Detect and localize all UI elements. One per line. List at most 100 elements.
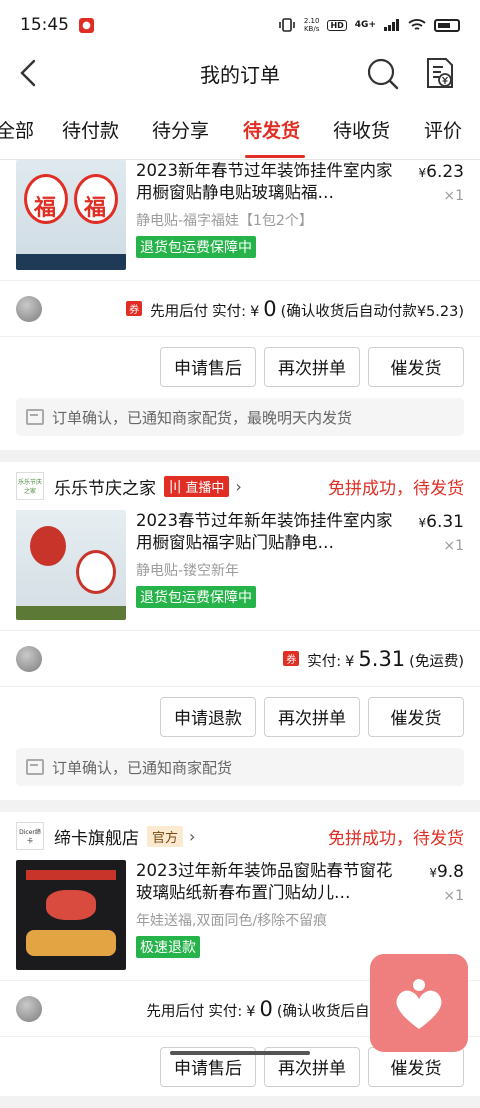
tab-pending-shipment[interactable]: 待发货 <box>243 116 300 143</box>
order-tabs: 全部 待付款 待分享 待发货 待收货 评价 <box>0 96 480 160</box>
status-time: 15:45 <box>20 15 69 35</box>
pay-later-label: 先用后付 <box>146 1000 204 1021</box>
tab-pending-share[interactable]: 待分享 <box>152 116 209 143</box>
order-notice[interactable]: 订单确认，已通知商家配货，最晚明天内发货 <box>16 398 464 436</box>
order-actions: 申请售后 再次拼单 催发货 <box>0 336 480 396</box>
goods-thumbnail[interactable] <box>16 510 126 620</box>
bill-icon[interactable] <box>424 56 456 90</box>
goods-info: 2023春节过年新年装饰挂件室内家用橱窗贴福字贴门贴静电… 静电贴-镂空新年 退… <box>136 510 396 630</box>
paid-amount: 0 <box>263 297 276 321</box>
app-notification-icon: ● <box>79 18 94 33</box>
guarantee-badge: 退货包运费保障中 <box>136 236 256 258</box>
net-speed: 2.10KB/s <box>304 17 320 33</box>
net-speed-unit: KB/s <box>304 25 319 33</box>
goods-spec: 年娃送福,双面同色/移除不留痕 <box>136 910 396 930</box>
tab-review[interactable]: 评价 <box>424 116 462 143</box>
urge-shipment-button[interactable]: 催发货 <box>368 1047 464 1087</box>
search-icon[interactable] <box>366 57 400 91</box>
reorder-button[interactable]: 再次拼单 <box>264 347 360 387</box>
goods-info: 2023过年新年装饰品窗贴春节窗花玻璃贴纸新春布置门贴幼儿… 年娃送福,双面同色… <box>136 860 396 980</box>
payment-summary: 券 实付: ¥5.31 (免运费) <box>283 647 464 671</box>
currency-symbol: ¥ <box>419 516 427 530</box>
currency-symbol: ¥ <box>345 654 354 670</box>
goods-price: ¥6.23 ×1 <box>419 162 465 204</box>
wifi-icon <box>408 18 426 32</box>
heart-icon <box>387 971 451 1035</box>
urge-shipment-button[interactable]: 催发货 <box>368 697 464 737</box>
order-status: 免拼成功，待发货 <box>328 824 464 849</box>
payment-row: 券 实付: ¥5.31 (免运费) <box>0 630 480 686</box>
gesture-bar <box>170 1051 310 1055</box>
live-badge: |ı| 直播中 <box>164 476 229 497</box>
goods-quantity: ×1 <box>419 538 465 554</box>
tab-all[interactable]: 全部 <box>0 116 34 143</box>
shop-header[interactable]: 乐乐节庆之家 乐乐节庆之家 |ı| 直播中 › 免拼成功，待发货 <box>0 462 480 510</box>
back-arrow-icon[interactable] <box>16 58 44 88</box>
hd-badge: HD <box>327 20 346 31</box>
goods-spec: 静电贴-福字福娃【1包2个】 <box>136 210 396 230</box>
goods-spec: 静电贴-镂空新年 <box>136 560 396 580</box>
shop-logo: 乐乐节庆之家 <box>16 472 44 500</box>
live-badge-label: 直播中 <box>185 477 224 496</box>
paid-amount: 0 <box>259 997 272 1021</box>
tab-pending-receipt[interactable]: 待收货 <box>333 116 390 143</box>
guarantee-badge: 退货包运费保障中 <box>136 586 256 608</box>
floating-favorite-button[interactable] <box>370 954 468 1052</box>
paid-label: 实付: <box>307 650 341 671</box>
shop-logo: Dicer缔卡 <box>16 822 44 850</box>
goods-info: 2023新年春节过年装饰挂件室内家用橱窗贴静电贴玻璃贴福… 静电贴-福字福娃【1… <box>136 160 396 280</box>
goods-thumbnail[interactable] <box>16 860 126 970</box>
payment-note: (免运费) <box>409 650 464 671</box>
order-notice[interactable]: 订单确认，已通知商家配货 <box>16 748 464 786</box>
avatar <box>16 996 42 1022</box>
paid-label: 实付: <box>212 300 246 321</box>
goods-price: ¥9.8 ×1 <box>429 862 464 904</box>
pay-later-label: 先用后付 <box>150 300 208 321</box>
order-card: 乐乐节庆之家 乐乐节庆之家 |ı| 直播中 › 免拼成功，待发货 2023春节过年… <box>0 462 480 800</box>
order-status: 免拼成功，待发货 <box>328 474 464 499</box>
truck-icon <box>26 759 44 775</box>
chevron-right-icon[interactable]: › <box>235 477 241 496</box>
shop-name[interactable]: 乐乐节庆之家 <box>54 474 156 499</box>
live-icon: |ı| <box>169 479 181 494</box>
currency-symbol: ¥ <box>419 166 427 180</box>
paid-amount: 5.31 <box>358 647 405 671</box>
chevron-right-icon[interactable]: › <box>189 827 195 846</box>
official-badge: 官方 <box>147 826 183 847</box>
goods-quantity: ×1 <box>429 888 464 904</box>
price-value: 6.23 <box>426 162 464 182</box>
goods-title[interactable]: 2023过年新年装饰品窗贴春节窗花玻璃贴纸新春布置门贴幼儿… <box>136 860 396 904</box>
fast-refund-badge: 极速退款 <box>136 936 200 958</box>
payment-summary: 券 先用后付 实付: ¥0 (确认收货后自动付款¥5.23) <box>126 297 464 321</box>
goods-price: ¥6.31 ×1 <box>419 512 465 554</box>
request-refund-button[interactable]: 申请退款 <box>160 697 256 737</box>
coupon-icon: 券 <box>283 651 299 666</box>
goods-title[interactable]: 2023新年春节过年装饰挂件室内家用橱窗贴静电贴玻璃贴福… <box>136 160 396 204</box>
goods-row[interactable]: 2023春节过年新年装饰挂件室内家用橱窗贴福字贴门贴静电… 静电贴-镂空新年 退… <box>0 510 480 630</box>
goods-title[interactable]: 2023春节过年新年装饰挂件室内家用橱窗贴福字贴门贴静电… <box>136 510 396 554</box>
shop-header[interactable]: Dicer缔卡 缔卡旗舰店 官方 › 免拼成功，待发货 <box>0 812 480 860</box>
order-card: 福 福 2023新年春节过年装饰挂件室内家用橱窗贴静电贴玻璃贴福… 静电贴-福字… <box>0 160 480 450</box>
reorder-button[interactable]: 再次拼单 <box>264 697 360 737</box>
shop-name[interactable]: 缔卡旗舰店 <box>54 824 139 849</box>
after-sales-button[interactable]: 申请售后 <box>160 347 256 387</box>
status-bar: 15:45 ● 2.10KB/s HD 4G+ <box>0 0 480 50</box>
status-icons: 2.10KB/s HD 4G+ <box>278 17 460 33</box>
signal-bars-icon <box>384 19 400 31</box>
signal-label: 4G+ <box>355 20 376 30</box>
goods-row[interactable]: 福 福 2023新年春节过年装饰挂件室内家用橱窗贴静电贴玻璃贴福… 静电贴-福字… <box>0 160 480 280</box>
tab-active-indicator <box>245 155 305 158</box>
urge-shipment-button[interactable]: 催发货 <box>368 347 464 387</box>
net-speed-value: 2.10 <box>304 17 320 25</box>
payment-note: (确认收货后自动付款¥5.23) <box>281 300 464 321</box>
currency-symbol: ¥ <box>246 1004 255 1020</box>
battery-icon <box>434 19 460 32</box>
avatar <box>16 296 42 322</box>
paid-label: 实付: <box>208 1000 242 1021</box>
payment-row: 券 先用后付 实付: ¥0 (确认收货后自动付款¥5.23) <box>0 280 480 336</box>
payment-note: (确认收货后自动 <box>277 1000 384 1021</box>
avatar <box>16 646 42 672</box>
goods-thumbnail[interactable]: 福 福 <box>16 160 126 270</box>
price-value: 6.31 <box>426 512 464 532</box>
tab-pending-payment[interactable]: 待付款 <box>62 116 119 143</box>
